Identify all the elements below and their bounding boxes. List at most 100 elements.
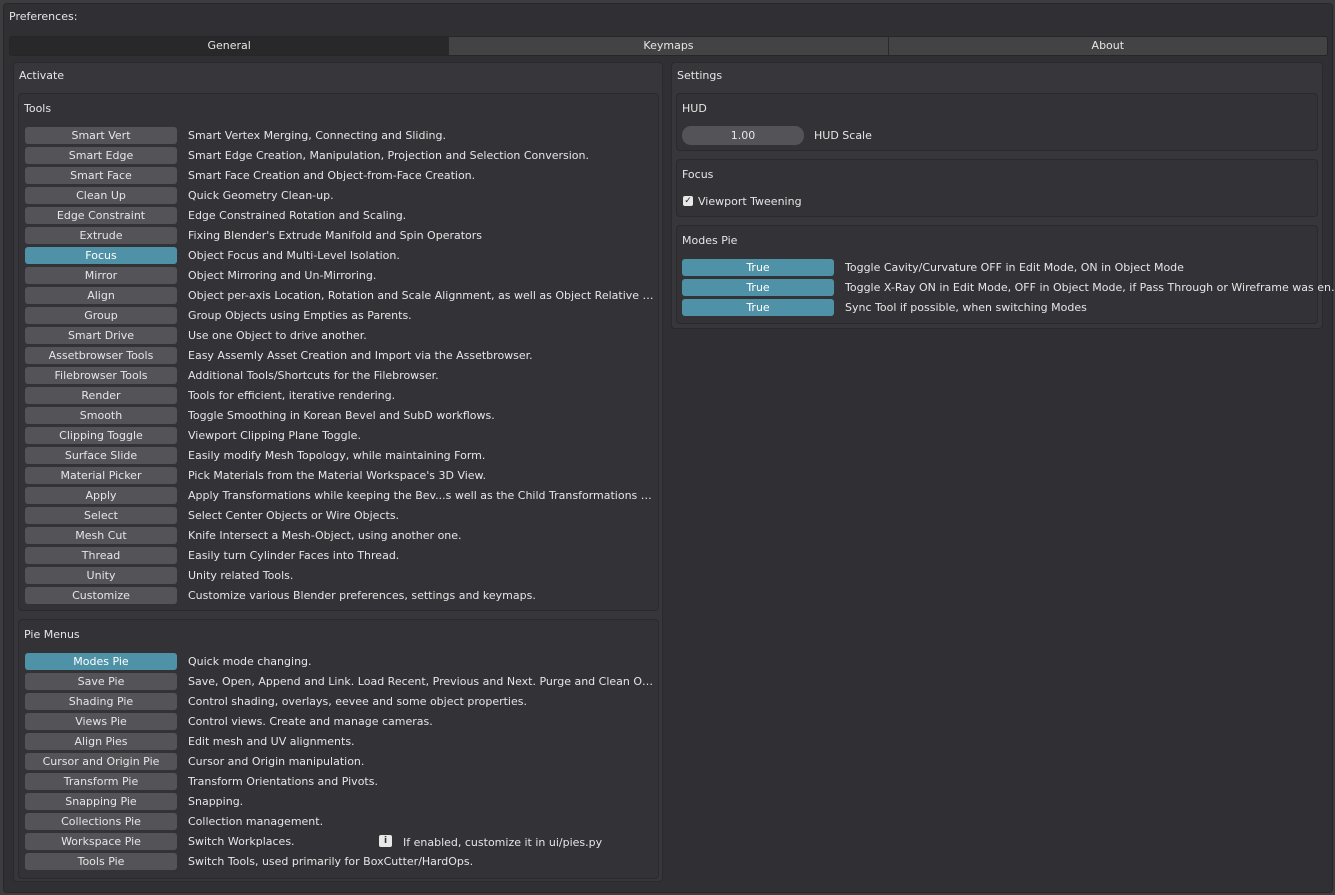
modes-pie-panel: Modes Pie True Toggle Cavity/Curvature OF… <box>676 225 1335 324</box>
tool-toggle-button[interactable]: Extrude <box>25 227 177 244</box>
focus-panel: Focus ✓ Viewport Tweening <box>676 159 1318 217</box>
pie-description: Cursor and Origin manipulation. <box>188 755 365 768</box>
tools-list: Smart Vert Smart Vertex Merging, Connecti… <box>25 125 655 605</box>
tool-toggle-button[interactable]: Smart Face <box>25 167 177 184</box>
pie-description: Control shading, overlays, eevee and som… <box>188 695 527 708</box>
tool-toggle-button[interactable]: Mesh Cut <box>25 527 177 544</box>
tab-about[interactable]: About <box>887 37 1327 55</box>
pie-toggle-button[interactable]: Views Pie <box>25 713 177 730</box>
pie-toggle-button[interactable]: Modes Pie <box>25 653 177 670</box>
tool-description: Smart Vertex Merging, Connecting and Sli… <box>188 129 446 142</box>
tool-toggle-button[interactable]: Customize <box>25 587 177 604</box>
tool-toggle-button[interactable]: Unity <box>25 567 177 584</box>
pie-toggle-button[interactable]: Save Pie <box>25 673 177 690</box>
tools-heading: Tools <box>24 102 52 115</box>
modes-pie-options: True Toggle Cavity/Curvature OFF in Edit … <box>682 257 1335 317</box>
tool-description: Viewport Clipping Plane Toggle. <box>188 429 361 442</box>
pie-toggle-button[interactable]: Workspace Pie <box>25 833 177 850</box>
list-row: Smart Drive Use one Object to drive anoth… <box>25 325 655 345</box>
pie-toggle-button[interactable]: Tools Pie <box>25 853 177 870</box>
tool-description: Pick Materials from the Material Workspa… <box>188 469 487 482</box>
pie-menus-panel: Pie Menus Modes Pie Quick mode changing. S… <box>18 619 659 879</box>
list-row: Shading Pie Control shading, overlays, ee… <box>25 691 655 711</box>
list-row: Smart Face Smart Face Creation and Object… <box>25 165 655 185</box>
tool-description: Edge Constrained Rotation and Scaling. <box>188 209 407 222</box>
tool-description: Customize various Blender preferences, s… <box>188 589 536 602</box>
settings-heading: Settings <box>677 69 723 82</box>
modes-pie-option-description: Toggle Cavity/Curvature OFF in Edit Mode… <box>845 261 1184 274</box>
list-row: Save Pie Save, Open, Append and Link. Loa… <box>25 671 655 691</box>
list-row: Snapping Pie Snapping. <box>25 791 655 811</box>
tool-toggle-button[interactable]: Smart Edge <box>25 147 177 164</box>
workspace-pie-note: If enabled, customize it in ui/pies.py <box>403 836 603 849</box>
tool-toggle-button[interactable]: Smart Drive <box>25 327 177 344</box>
list-row: Smart Edge Smart Edge Creation, Manipulat… <box>25 145 655 165</box>
pie-toggle-button[interactable]: Collections Pie <box>25 813 177 830</box>
pie-toggle-button[interactable]: Snapping Pie <box>25 793 177 810</box>
modes-pie-option-toggle[interactable]: True <box>682 279 834 296</box>
list-row: Unity Unity related Tools. <box>25 565 655 585</box>
tool-toggle-button[interactable]: Clean Up <box>25 187 177 204</box>
pie-description: Save, Open, Append and Link. Load Recent… <box>188 675 655 688</box>
pie-toggle-button[interactable]: Shading Pie <box>25 693 177 710</box>
tool-description: Quick Geometry Clean-up. <box>188 189 334 202</box>
tool-description: Tools for efficient, iterative rendering… <box>188 389 396 402</box>
list-row: Modes Pie Quick mode changing. <box>25 651 655 671</box>
tool-toggle-button[interactable]: Thread <box>25 547 177 564</box>
tab-bar: General Keymaps About <box>9 36 1328 56</box>
tool-toggle-button[interactable]: Surface Slide <box>25 447 177 464</box>
modes-pie-option-toggle[interactable]: True <box>682 299 834 316</box>
hud-panel: HUD 1.00 HUD Scale <box>676 93 1318 151</box>
tool-toggle-button[interactable]: Material Picker <box>25 467 177 484</box>
hud-heading: HUD <box>682 102 707 115</box>
tool-toggle-button[interactable]: Smooth <box>25 407 177 424</box>
hud-scale-field[interactable]: 1.00 <box>682 126 804 145</box>
viewport-tweening-checkbox[interactable]: ✓ <box>683 196 693 206</box>
tool-toggle-button[interactable]: Align <box>25 287 177 304</box>
tool-toggle-button[interactable]: Group <box>25 307 177 324</box>
window-title: Preferences: <box>9 10 78 23</box>
tool-description: Fixing Blender's Extrude Manifold and Sp… <box>188 229 483 242</box>
list-row: Clean Up Quick Geometry Clean-up. <box>25 185 655 205</box>
tool-toggle-button[interactable]: Edge Constraint <box>25 207 177 224</box>
list-row: True Toggle Cavity/Curvature OFF in Edit … <box>682 257 1312 277</box>
tool-toggle-button[interactable]: Render <box>25 387 177 404</box>
tool-toggle-button[interactable]: Assetbrowser Tools <box>25 347 177 364</box>
modes-pie-option-toggle[interactable]: True <box>682 259 834 276</box>
list-row: Collections Pie Collection management. <box>25 811 655 831</box>
list-row: Tools Pie Switch Tools, used primarily fo… <box>25 851 655 871</box>
tool-description: Smart Edge Creation, Manipulation, Proje… <box>188 149 589 162</box>
list-row: Surface Slide Easily modify Mesh Topology… <box>25 445 655 465</box>
tool-toggle-button[interactable]: Clipping Toggle <box>25 427 177 444</box>
tool-description: Additional Tools/Shortcuts for the Fileb… <box>188 369 439 382</box>
tool-description: Object Focus and Multi-Level Isolation. <box>188 249 400 262</box>
tool-description: Easily modify Mesh Topology, while maint… <box>188 449 486 462</box>
tool-toggle-button[interactable]: Focus <box>25 247 177 264</box>
pie-toggle-button[interactable]: Transform Pie <box>25 773 177 790</box>
tab-keymaps[interactable]: Keymaps <box>448 37 887 55</box>
tab-general[interactable]: General <box>10 37 449 55</box>
pie-toggle-button[interactable]: Cursor and Origin Pie <box>25 753 177 770</box>
pie-toggle-button[interactable]: Align Pies <box>25 733 177 750</box>
list-row: Assetbrowser Tools Easy Assemly Asset Cre… <box>25 345 655 365</box>
tool-toggle-button[interactable]: Select <box>25 507 177 524</box>
list-row: Align Object per-axis Location, Rotation … <box>25 285 655 305</box>
list-row: Cursor and Origin Pie Cursor and Origin m… <box>25 751 655 771</box>
list-row: Customize Customize various Blender prefe… <box>25 585 655 605</box>
list-row: Focus Object Focus and Multi-Level Isolat… <box>25 245 655 265</box>
list-row: Mirror Object Mirroring and Un-Mirroring. <box>25 265 655 285</box>
pie-menus-heading: Pie Menus <box>24 628 80 641</box>
settings-panel: Settings HUD 1.00 HUD Scale Focus ✓ View… <box>671 62 1335 329</box>
tool-toggle-button[interactable]: Apply <box>25 487 177 504</box>
pie-description: Edit mesh and UV alignments. <box>188 735 355 748</box>
modes-pie-heading: Modes Pie <box>682 234 738 247</box>
tool-description: Object per-axis Location, Rotation and S… <box>188 289 655 302</box>
tool-toggle-button[interactable]: Mirror <box>25 267 177 284</box>
pie-description: Quick mode changing. <box>188 655 312 668</box>
tool-toggle-button[interactable]: Smart Vert <box>25 127 177 144</box>
list-row: Apply Apply Transformations while keeping… <box>25 485 655 505</box>
tool-toggle-button[interactable]: Filebrowser Tools <box>25 367 177 384</box>
pie-description: Switch Tools, used primarily for BoxCutt… <box>188 855 474 868</box>
list-row: Views Pie Control views. Create and manag… <box>25 711 655 731</box>
tool-description: Use one Object to drive another. <box>188 329 367 342</box>
